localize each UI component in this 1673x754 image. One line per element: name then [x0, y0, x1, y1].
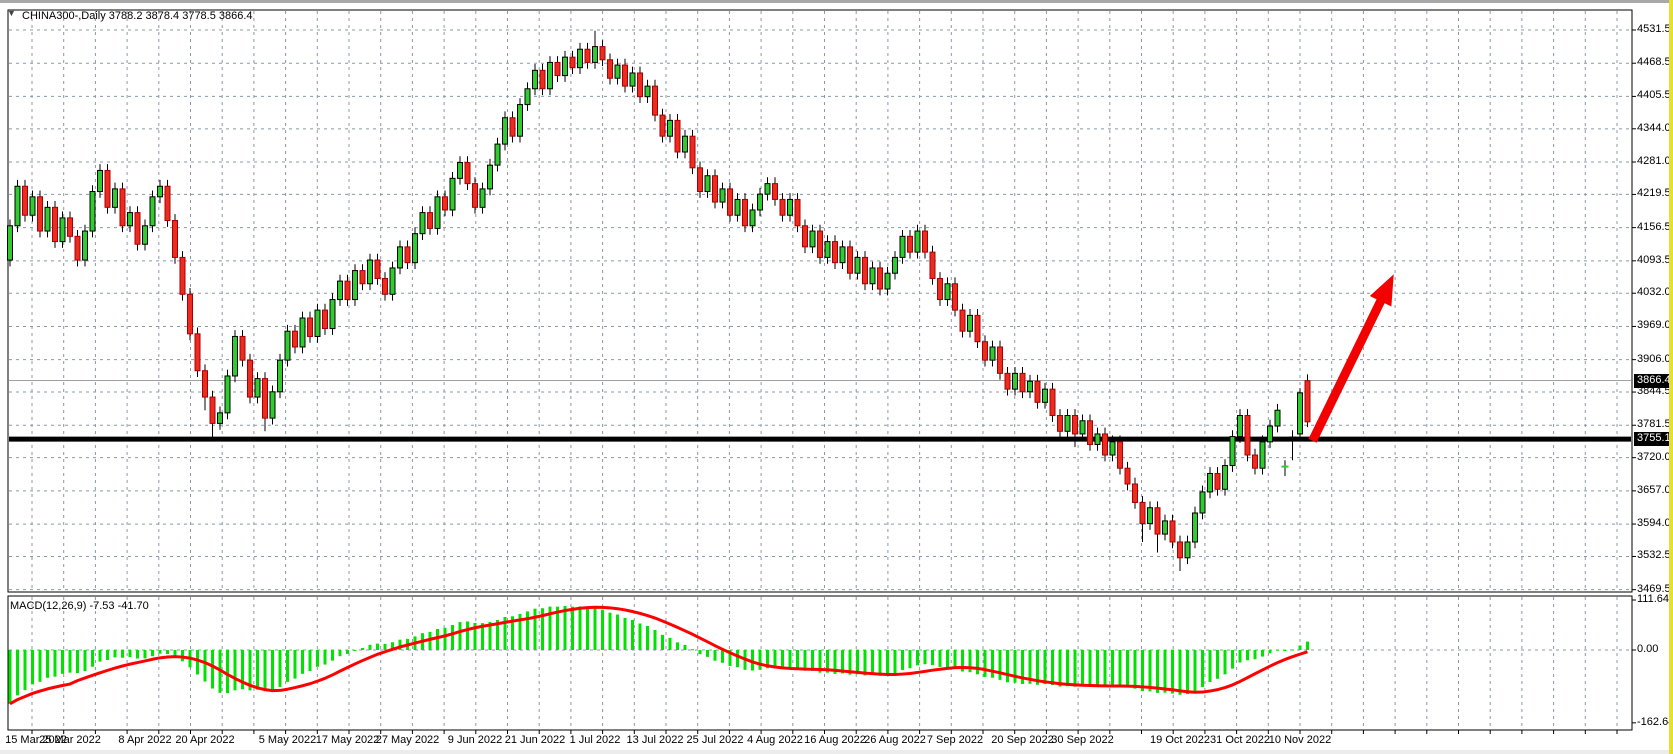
date-tick-label: 20 Sep 2022	[991, 734, 1053, 746]
date-tick-label: 26 Aug 2022	[864, 734, 926, 746]
macd-indicator-label: MACD(12,26,9) -7.53 -41.70	[10, 600, 149, 612]
price-tick-label: 4093.5	[1637, 254, 1671, 266]
price-tick-label: 4468.5	[1637, 56, 1671, 68]
macd-tick-label: -162.64	[1637, 716, 1671, 728]
price-tick-label: 3781.5	[1637, 418, 1671, 430]
date-tick-label: 8 Apr 2022	[118, 734, 171, 746]
window-active-border	[1669, 0, 1673, 754]
price-tick-label: 4405.5	[1637, 89, 1671, 101]
date-tick-label: 21 Jun 2022	[505, 734, 566, 746]
price-tick-label: 4032.0	[1637, 286, 1671, 298]
price-tick-label: 4219.5	[1637, 187, 1671, 199]
price-tick-label: 3657.0	[1637, 484, 1671, 496]
chart-dropdown-icon[interactable]: ▼	[7, 8, 16, 18]
date-tick-label: 31 Oct 2022	[1210, 734, 1270, 746]
price-tick-label: 4156.5	[1637, 221, 1671, 233]
price-tick-label: 3844.5	[1637, 385, 1671, 397]
date-tick-label: 7 Sep 2022	[927, 734, 983, 746]
date-tick-label: 1 Jul 2022	[570, 734, 621, 746]
chart-window: ▼ CHINA300-,Daily 3788.2 3878.4 3778.5 3…	[0, 0, 1673, 754]
date-tick-label: 9 Jun 2022	[448, 734, 502, 746]
price-tick-label: 3720.0	[1637, 451, 1671, 463]
price-tick-label: 4531.5	[1637, 23, 1671, 35]
macd-tick-label: 111.64	[1637, 593, 1671, 605]
support-price-tag: 3755.1	[1634, 432, 1673, 446]
date-tick-label: 27 May 2022	[376, 734, 440, 746]
date-tick-label: 10 Nov 2022	[1269, 734, 1331, 746]
date-tick-label: 20 Apr 2022	[175, 734, 234, 746]
chart-title: CHINA300-,Daily 3788.2 3878.4 3778.5 386…	[22, 10, 253, 22]
window-bottom-edge	[0, 750, 1673, 754]
date-tick-label: 5 May 2022	[259, 734, 316, 746]
date-tick-label: 4 Aug 2022	[747, 734, 803, 746]
price-tick-label: 3532.5	[1637, 549, 1671, 561]
date-tick-label: 25 Mar 2022	[39, 734, 101, 746]
date-tick-label: 17 May 2022	[316, 734, 380, 746]
price-tick-label: 3906.0	[1637, 353, 1671, 365]
date-tick-label: 13 Jul 2022	[627, 734, 684, 746]
macd-tick-label: 0.00	[1637, 643, 1671, 655]
date-tick-label: 25 Jul 2022	[687, 734, 744, 746]
price-tick-label: 4344.0	[1637, 122, 1671, 134]
price-tick-label: 4281.0	[1637, 155, 1671, 167]
chart-canvas[interactable]	[0, 0, 1673, 754]
date-tick-label: 19 Oct 2022	[1150, 734, 1210, 746]
price-tick-label: 3969.0	[1637, 319, 1671, 331]
date-tick-label: 16 Aug 2022	[804, 734, 866, 746]
price-tick-label: 3594.0	[1637, 517, 1671, 529]
date-tick-label: 30 Sep 2022	[1051, 734, 1113, 746]
